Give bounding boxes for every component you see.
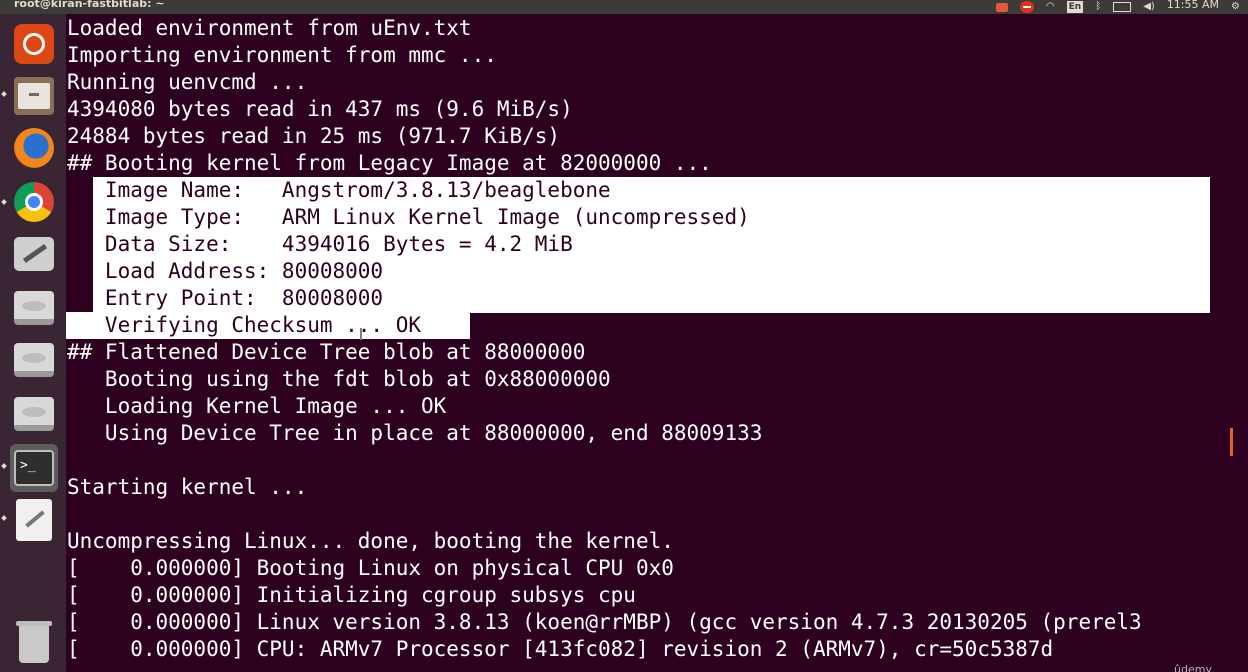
terminal-line: [ 0.000000] Initializing cgroup subsys c…: [67, 583, 636, 607]
terminal-line: [ 0.000000] Booting Linux on physical CP…: [67, 556, 674, 580]
indicator-area: ◠ En ᛒ ◀) 11:55 AM ⚙: [995, 0, 1240, 14]
wifi-icon[interactable]: ◠: [1046, 1, 1055, 13]
clock[interactable]: 11:55 AM: [1167, 0, 1219, 11]
terminal-line: ## Flattened Device Tree blob at 8800000…: [67, 340, 586, 364]
launcher-item-chrome[interactable]: [10, 178, 58, 226]
terminal-line: 24884 bytes read in 25 ms (971.7 KiB/s): [67, 124, 561, 148]
launcher-item-files[interactable]: [10, 72, 58, 120]
terminal-line: [ 0.000000] Linux version 3.8.13 (koen@r…: [67, 610, 1142, 634]
terminal-line-selected: Load Address: 80008000: [67, 259, 384, 283]
terminal-icon: [14, 450, 54, 486]
launcher-item-system-tools[interactable]: [10, 230, 58, 278]
gear-icon[interactable]: ⚙: [1231, 1, 1240, 13]
terminal-line: 4394080 bytes read in 437 ms (9.6 MiB/s): [67, 97, 573, 121]
drive-icon: [14, 343, 54, 377]
files-icon: [14, 77, 54, 115]
firefox-icon: [14, 128, 54, 168]
terminal-line: Loaded environment from uEnv.txt: [67, 16, 472, 40]
launcher-item-drive-3[interactable]: [10, 390, 58, 438]
launcher-running-pip: [1, 199, 7, 205]
launcher-item-terminal[interactable]: [10, 444, 58, 492]
terminal-window[interactable]: Loaded environment from uEnv.txt Importi…: [66, 14, 1234, 672]
terminal-line-selected: Verifying Checksum ... OK: [67, 313, 422, 337]
launcher-running-pip: [1, 91, 7, 97]
trash-icon: [16, 621, 52, 663]
terminal-line: Running uenvcmd ...: [67, 70, 308, 94]
record-icon[interactable]: [995, 2, 1008, 12]
scrollbar-indicator[interactable]: [1230, 428, 1233, 456]
launcher-item-text-editor[interactable]: [10, 496, 58, 544]
bluetooth-icon[interactable]: ᛒ: [1095, 1, 1101, 13]
drive-icon: [14, 397, 54, 431]
watermark: ûdemy: [1174, 663, 1212, 672]
launcher-running-pip: [1, 463, 7, 469]
stop-icon[interactable]: [1019, 1, 1034, 13]
launcher-item-dash[interactable]: [10, 20, 58, 68]
chrome-icon: [14, 182, 54, 222]
terminal-line: Importing environment from mmc ...: [67, 43, 497, 67]
drive-icon: [14, 291, 54, 325]
text-editor-icon: [16, 499, 52, 541]
terminal-line: [ 0.000000] CPU: ARMv7 Processor [413fc0…: [67, 637, 1054, 661]
launcher-item-drive-2[interactable]: [10, 336, 58, 384]
window-title: root@kiran-fastbitlab: ~: [14, 0, 165, 10]
terminal-line: Booting using the fdt blob at 0x88000000: [67, 367, 611, 391]
terminal-line-selected: Image Name: Angstrom/3.8.13/beaglebone: [67, 178, 611, 202]
launcher-running-pip: [1, 515, 7, 521]
terminal-line: ## Booting kernel from Legacy Image at 8…: [67, 151, 712, 175]
terminal-line: Uncompressing Linux... done, booting the…: [67, 529, 674, 553]
terminal-line-selected: Entry Point: 80008000: [67, 286, 384, 310]
battery-icon[interactable]: [1113, 2, 1132, 12]
mouse-cursor: [360, 328, 362, 340]
launcher: [0, 14, 66, 672]
terminal-line: Using Device Tree in place at 88000000, …: [67, 421, 763, 445]
launcher-item-trash[interactable]: [10, 620, 58, 668]
launcher-item-drive-1[interactable]: [10, 284, 58, 332]
launcher-item-firefox[interactable]: [10, 124, 58, 172]
keyboard-layout-icon[interactable]: En: [1066, 1, 1084, 13]
top-panel: root@kiran-fastbitlab: ~ ◠ En ᛒ ◀) 11:55…: [0, 0, 1248, 14]
terminal-line: Starting kernel ...: [67, 475, 308, 499]
terminal-line-selected: Image Type: ARM Linux Kernel Image (unco…: [67, 205, 750, 229]
terminal-line: Loading Kernel Image ... OK: [67, 394, 447, 418]
volume-icon[interactable]: ◀): [1143, 1, 1155, 13]
system-tools-icon: [14, 237, 54, 271]
terminal-line-selected: Data Size: 4394016 Bytes = 4.2 MiB: [67, 232, 573, 256]
ubuntu-dash-icon: [14, 24, 54, 64]
